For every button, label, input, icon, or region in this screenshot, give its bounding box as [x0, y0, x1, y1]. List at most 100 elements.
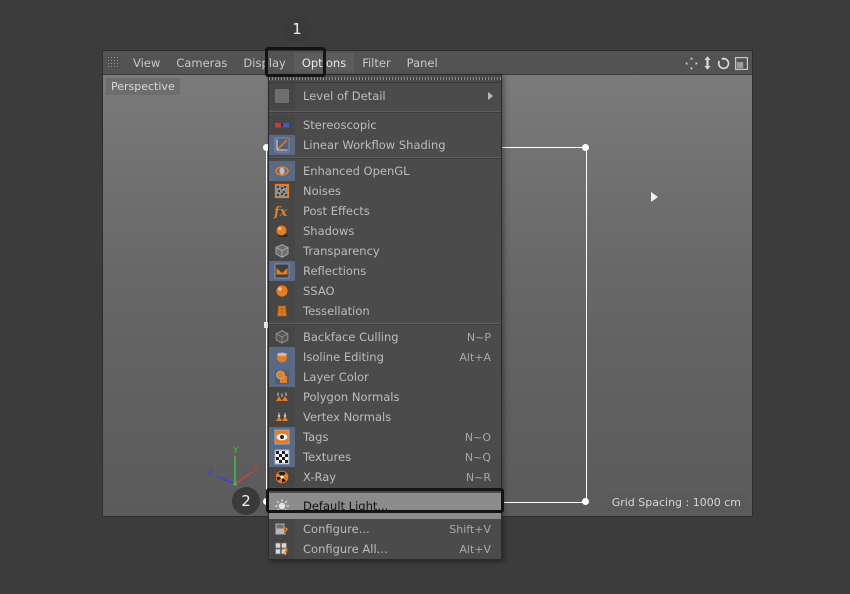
- viewport-label-perspective[interactable]: Perspective: [106, 78, 180, 95]
- menu-item-configure-all[interactable]: ? Configure All... Alt+V: [269, 539, 501, 559]
- menu-item-noises[interactable]: Noises: [269, 181, 501, 201]
- menubar-item-cameras[interactable]: Cameras: [168, 53, 235, 73]
- menu-separator: [269, 489, 501, 491]
- noises-icon: [269, 181, 295, 201]
- menu-item-textures[interactable]: Textures N~Q: [269, 447, 501, 467]
- menu-separator: [269, 111, 501, 113]
- menu-item-shortcut: N~R: [465, 470, 491, 484]
- menubar-item-panel[interactable]: Panel: [399, 53, 446, 73]
- svg-text:?: ?: [283, 547, 289, 558]
- layer-color-icon: [269, 367, 295, 387]
- menu-item-shortcut: Alt+A: [459, 350, 491, 364]
- axis-label-x: X: [253, 465, 259, 475]
- menubar-item-options[interactable]: Options: [293, 52, 355, 73]
- menu-item-label: Linear Workflow Shading: [303, 138, 446, 152]
- grid-spacing-readout: Grid Spacing : 1000 cm: [606, 494, 746, 511]
- menu-item-transparency[interactable]: Transparency: [269, 241, 501, 261]
- default-light-icon: [269, 493, 295, 519]
- xray-icon: [269, 467, 295, 487]
- menu-item-label: Stereoscopic: [303, 118, 377, 132]
- reflections-icon: [269, 261, 295, 281]
- menu-item-label: Isoline Editing: [303, 350, 384, 364]
- menu-item-label: Enhanced OpenGL: [303, 164, 410, 178]
- menu-item-enhanced-opengl[interactable]: Enhanced OpenGL: [269, 161, 501, 181]
- menu-item-level-of-detail[interactable]: Level of Detail: [269, 83, 501, 109]
- menubar-item-view[interactable]: View: [125, 53, 168, 73]
- selection-handle-bottom-right[interactable]: [582, 498, 589, 505]
- menu-item-label: SSAO: [303, 284, 335, 298]
- menu-item-xray[interactable]: X-Ray N~R: [269, 467, 501, 487]
- tessellation-icon: [269, 301, 295, 321]
- menu-separator: [269, 323, 501, 325]
- menu-item-reflections[interactable]: Reflections: [269, 261, 501, 281]
- menu-item-linear-workflow-shading[interactable]: Linear Workflow Shading: [269, 135, 501, 155]
- menu-item-label: Post Effects: [303, 204, 370, 218]
- menu-item-backface-culling[interactable]: Backface Culling N~P: [269, 327, 501, 347]
- selection-handle-top-right[interactable]: [582, 144, 589, 151]
- maximize-viewport-icon[interactable]: [735, 56, 749, 70]
- menu-item-vertex-normals[interactable]: Vertex Normals: [269, 407, 501, 427]
- grip-dots-icon[interactable]: [107, 56, 120, 69]
- menu-item-tags[interactable]: Tags N~O: [269, 427, 501, 447]
- textures-icon: [269, 447, 295, 467]
- ssao-icon: [269, 281, 295, 301]
- menu-item-ssao[interactable]: SSAO: [269, 281, 501, 301]
- tearoff-strip[interactable]: [269, 75, 501, 83]
- menubar-item-display[interactable]: Display: [235, 53, 293, 73]
- menu-item-shortcut: Shift+V: [449, 522, 491, 536]
- axis-label-z: Z: [207, 469, 213, 479]
- menu-item-label: Default Light...: [303, 499, 389, 513]
- transparency-icon: [269, 241, 295, 261]
- configure-all-icon: ?: [269, 539, 295, 559]
- tags-icon: [269, 427, 295, 447]
- menu-item-isoline-editing[interactable]: Isoline Editing Alt+A: [269, 347, 501, 367]
- menu-item-label: Vertex Normals: [303, 410, 392, 424]
- menu-item-shortcut: Alt+V: [459, 542, 491, 556]
- menu-item-shortcut: N~P: [466, 330, 491, 344]
- linear-workflow-icon: [269, 135, 295, 155]
- pan-icon[interactable]: [685, 56, 698, 70]
- svg-text:fx: fx: [273, 205, 288, 220]
- level-of-detail-icon: [269, 83, 295, 109]
- menu-item-shadows[interactable]: Shadows: [269, 221, 501, 241]
- app-window: View Cameras Display Options Filter Pane…: [0, 0, 850, 594]
- enhanced-opengl-icon: [269, 161, 295, 181]
- menu-item-label: Shadows: [303, 224, 355, 238]
- chevron-right-icon: [488, 92, 493, 100]
- backface-culling-icon: [269, 327, 295, 347]
- selection-direction-caret: [651, 192, 658, 202]
- annotation-badge-1: 1: [283, 15, 311, 43]
- menu-item-label: Transparency: [303, 244, 380, 258]
- svg-text:?: ?: [283, 527, 289, 538]
- menu-item-default-light[interactable]: Default Light...: [269, 493, 501, 519]
- polygon-normals-icon: [269, 387, 295, 407]
- menu-item-configure[interactable]: ? Configure... Shift+V: [269, 519, 501, 539]
- axis-label-y: Y: [232, 446, 239, 456]
- menu-item-label: Configure...: [303, 522, 370, 536]
- menu-item-label: Backface Culling: [303, 330, 399, 344]
- menu-item-post-effects[interactable]: fx Post Effects: [269, 201, 501, 221]
- dolly-icon[interactable]: [703, 56, 712, 70]
- vertex-normals-icon: [269, 407, 295, 427]
- isoline-editing-icon: [269, 347, 295, 367]
- shadows-icon: [269, 221, 295, 241]
- menu-item-shortcut: N~Q: [464, 450, 491, 464]
- menu-item-polygon-normals[interactable]: Polygon Normals: [269, 387, 501, 407]
- menu-item-label: Tessellation: [303, 304, 370, 318]
- menu-item-label: Configure All...: [303, 542, 388, 556]
- menu-item-shortcut: N~O: [464, 430, 491, 444]
- configure-icon: ?: [269, 519, 295, 539]
- menu-item-stereoscopic[interactable]: Stereoscopic: [269, 115, 501, 135]
- menu-item-label: Noises: [303, 184, 341, 198]
- menu-item-label: Textures: [303, 450, 352, 464]
- viewport-menubar: View Cameras Display Options Filter Pane…: [103, 51, 752, 75]
- menu-item-label: Polygon Normals: [303, 390, 400, 404]
- menu-item-label: Level of Detail: [303, 89, 386, 103]
- menu-item-layer-color[interactable]: Layer Color: [269, 367, 501, 387]
- rotate-icon[interactable]: [717, 56, 730, 70]
- options-dropdown-menu[interactable]: Level of Detail Stereoscopic Linear Work…: [268, 74, 502, 560]
- menu-item-tessellation[interactable]: Tessellation: [269, 301, 501, 321]
- post-effects-icon: fx: [269, 201, 295, 221]
- menubar-item-filter[interactable]: Filter: [354, 53, 398, 73]
- stereoscopic-icon: [269, 115, 295, 135]
